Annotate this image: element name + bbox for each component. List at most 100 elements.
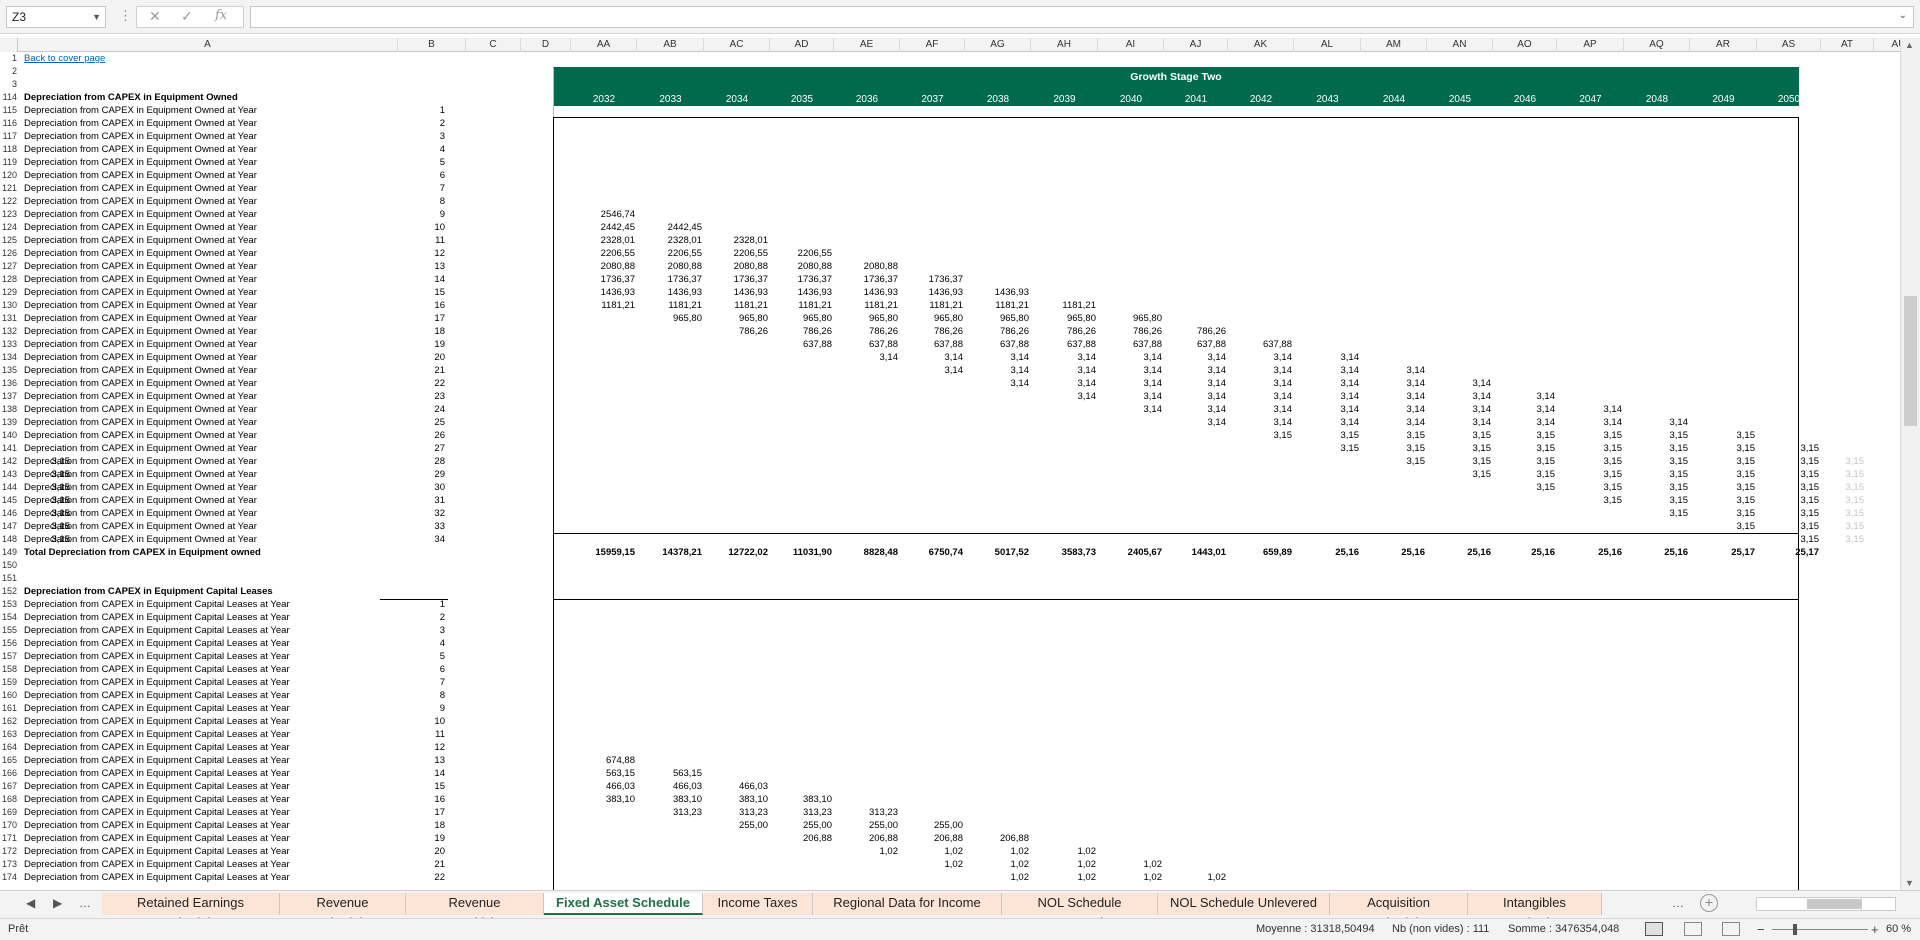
table-row[interactable]: 172 Depreciation from CAPEX in Equipment …	[0, 845, 1900, 858]
table-row[interactable]: 142 Depreciation from CAPEX in Equipment …	[0, 455, 1900, 468]
row-header[interactable]: 150	[0, 559, 18, 572]
table-row[interactable]: 3	[0, 78, 1900, 91]
table-row[interactable]: 163 Depreciation from CAPEX in Equipment …	[0, 728, 1900, 741]
table-row[interactable]: 173 Depreciation from CAPEX in Equipment …	[0, 858, 1900, 871]
name-box[interactable]: Z3 ▼	[6, 6, 106, 28]
row-header[interactable]: 3	[0, 78, 18, 91]
function-icon[interactable]: fx	[215, 8, 227, 23]
scroll-thumb[interactable]	[1807, 899, 1862, 909]
scroll-thumb[interactable]	[1904, 296, 1917, 426]
table-row[interactable]: 146 Depreciation from CAPEX in Equipment …	[0, 507, 1900, 520]
row-header[interactable]: 171	[0, 832, 18, 845]
row-header[interactable]: 127	[0, 260, 18, 273]
table-row[interactable]: 127 Depreciation from CAPEX in Equipment …	[0, 260, 1900, 273]
row-header[interactable]: 156	[0, 637, 18, 650]
more-tabs-icon[interactable]: …	[1672, 896, 1684, 910]
row-header[interactable]: 158	[0, 663, 18, 676]
table-row[interactable]: 121 Depreciation from CAPEX in Equipment …	[0, 182, 1900, 195]
table-row[interactable]: 136 Depreciation from CAPEX in Equipment …	[0, 377, 1900, 390]
sheet-tab[interactable]: Regional Data for Income Taxes	[813, 893, 1002, 930]
row-header[interactable]: 115	[0, 104, 18, 117]
sheet-tab[interactable]: Acquisition Schedule	[1330, 893, 1468, 930]
row-header[interactable]: 121	[0, 182, 18, 195]
row-header[interactable]: 155	[0, 624, 18, 637]
row-header[interactable]: 138	[0, 403, 18, 416]
sheet-tab[interactable]: Revenue Sensitivity	[406, 893, 544, 930]
chevron-down-icon[interactable]: ▼	[92, 7, 101, 27]
column-header-a[interactable]: A	[18, 38, 398, 52]
row-header[interactable]: 141	[0, 442, 18, 455]
row-header[interactable]: 159	[0, 676, 18, 689]
row-header[interactable]: 161	[0, 702, 18, 715]
vertical-scrollbar[interactable]: ▲ ▼	[1900, 38, 1920, 890]
table-row[interactable]: 161 Depreciation from CAPEX in Equipment …	[0, 702, 1900, 715]
column-header-c[interactable]: C	[466, 38, 521, 52]
table-row[interactable]: 145 Depreciation from CAPEX in Equipment …	[0, 494, 1900, 507]
row-header[interactable]: 126	[0, 247, 18, 260]
table-row[interactable]: 116 Depreciation from CAPEX in Equipment …	[0, 117, 1900, 130]
table-row[interactable]: 129 Depreciation from CAPEX in Equipment …	[0, 286, 1900, 299]
table-row[interactable]: 114 Depreciation from CAPEX in Equipment …	[0, 91, 1900, 104]
chevron-down-icon[interactable]: ⌄	[1899, 10, 1907, 21]
table-row[interactable]: 132 Depreciation from CAPEX in Equipment …	[0, 325, 1900, 338]
scroll-down-icon[interactable]: ▼	[1905, 878, 1914, 888]
table-row[interactable]: 138 Depreciation from CAPEX in Equipment …	[0, 403, 1900, 416]
row-header[interactable]: 135	[0, 364, 18, 377]
table-row[interactable]: 141 Depreciation from CAPEX in Equipment …	[0, 442, 1900, 455]
formula-input[interactable]: ⌄	[250, 6, 1914, 28]
column-header-au[interactable]: AU	[1874, 38, 1900, 52]
row-header[interactable]: 114	[0, 91, 18, 104]
row-header[interactable]: 131	[0, 312, 18, 325]
column-header-ad[interactable]: AD	[770, 38, 834, 52]
table-row[interactable]: 169 Depreciation from CAPEX in Equipment …	[0, 806, 1900, 819]
table-row[interactable]: 118 Depreciation from CAPEX in Equipment …	[0, 143, 1900, 156]
table-row[interactable]: 157 Depreciation from CAPEX in Equipment …	[0, 650, 1900, 663]
row-header[interactable]: 154	[0, 611, 18, 624]
row-header[interactable]: 132	[0, 325, 18, 338]
table-row[interactable]: 150	[0, 559, 1900, 572]
row-header[interactable]: 166	[0, 767, 18, 780]
sheet-tab[interactable]: Fixed Asset Schedule	[544, 893, 703, 915]
row-header[interactable]: 174	[0, 871, 18, 884]
zoom-in-icon[interactable]: +	[1871, 919, 1879, 940]
table-row[interactable]: 166 Depreciation from CAPEX in Equipment …	[0, 767, 1900, 780]
sheet-tab[interactable]: Revenue Schedule	[280, 893, 406, 930]
table-row[interactable]: 158 Depreciation from CAPEX in Equipment …	[0, 663, 1900, 676]
table-row[interactable]: 115 Depreciation from CAPEX in Equipment …	[0, 104, 1900, 117]
zoom-slider[interactable]	[1772, 929, 1868, 930]
column-header-an[interactable]: AN	[1427, 38, 1493, 52]
sheet-tab[interactable]: NOL Schedule Levered	[1002, 893, 1158, 930]
confirm-icon[interactable]: ✓	[181, 8, 193, 25]
more-sheets-icon[interactable]: …	[79, 896, 91, 910]
table-row[interactable]: 117 Depreciation from CAPEX in Equipment …	[0, 130, 1900, 143]
row-header[interactable]: 140	[0, 429, 18, 442]
table-row[interactable]: 125 Depreciation from CAPEX in Equipment …	[0, 234, 1900, 247]
row-header[interactable]: 172	[0, 845, 18, 858]
row-header[interactable]: 118	[0, 143, 18, 156]
table-row[interactable]: 134 Depreciation from CAPEX in Equipment …	[0, 351, 1900, 364]
row-header[interactable]: 162	[0, 715, 18, 728]
row-header[interactable]: 169	[0, 806, 18, 819]
table-row[interactable]: 130 Depreciation from CAPEX in Equipment …	[0, 299, 1900, 312]
table-row[interactable]: 119 Depreciation from CAPEX in Equipment …	[0, 156, 1900, 169]
sheet-tab[interactable]: NOL Schedule Unlevered	[1158, 893, 1330, 915]
column-header-af[interactable]: AF	[900, 38, 965, 52]
column-header-at[interactable]: AT	[1821, 38, 1874, 52]
table-row[interactable]: 1 Back to cover page	[0, 52, 1900, 65]
row-header[interactable]: 139	[0, 416, 18, 429]
table-row[interactable]: 171 Depreciation from CAPEX in Equipment …	[0, 832, 1900, 845]
row-header[interactable]: 167	[0, 780, 18, 793]
select-all-corner[interactable]	[0, 38, 18, 52]
table-row[interactable]: 149 Total Depreciation from CAPEX in Equi…	[0, 546, 1900, 559]
row-header[interactable]: 128	[0, 273, 18, 286]
table-row[interactable]: 151	[0, 572, 1900, 585]
row-header[interactable]: 122	[0, 195, 18, 208]
table-row[interactable]: 159 Depreciation from CAPEX in Equipment …	[0, 676, 1900, 689]
prev-sheet-icon[interactable]: ◀	[26, 896, 35, 910]
column-header-ak[interactable]: AK	[1228, 38, 1294, 52]
table-row[interactable]: 140 Depreciation from CAPEX in Equipment …	[0, 429, 1900, 442]
table-row[interactable]: 174 Depreciation from CAPEX in Equipment …	[0, 871, 1900, 884]
add-sheet-icon[interactable]: +	[1700, 894, 1718, 912]
zoom-thumb[interactable]	[1793, 924, 1797, 935]
table-row[interactable]: 164 Depreciation from CAPEX in Equipment …	[0, 741, 1900, 754]
